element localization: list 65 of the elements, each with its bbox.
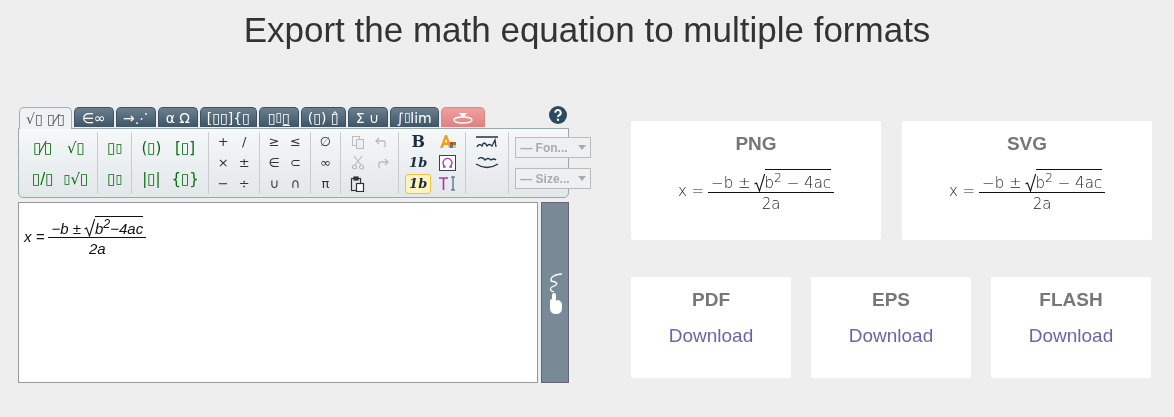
template-button[interactable]: |▯|	[139, 169, 164, 188]
format-label: SVG	[1006, 133, 1048, 155]
format-label: FLASH	[1039, 289, 1103, 311]
radicand-text: b$^{2}$−4ac	[94, 216, 144, 237]
symbol-button[interactable]: +	[214, 133, 232, 152]
tab[interactable]: →⋰	[115, 107, 156, 127]
tab[interactable]: √▯ ▯⁄▯	[19, 107, 72, 129]
eject-icon	[451, 111, 474, 124]
tab[interactable]: [▯▯]{▯	[199, 107, 257, 127]
download-link[interactable]: Download	[848, 325, 934, 347]
symbol-button[interactable]: ÷	[235, 174, 253, 193]
tab[interactable]: Σ ∪	[347, 107, 388, 127]
text-cursor-icon[interactable]	[438, 176, 457, 192]
symbol-button[interactable]: ∪	[266, 174, 282, 193]
format-label: EPS	[872, 289, 910, 311]
equation-preview: x = −b ± b$^{2}$ − 4ac 2a	[948, 169, 1106, 213]
symbol-button[interactable]: ±	[235, 154, 253, 172]
symbol-button[interactable]: ⊂	[286, 154, 304, 172]
help-icon[interactable]	[549, 106, 567, 124]
script-left-icon[interactable]	[475, 155, 500, 171]
equation: x = −b ± b$^{2}$−4ac 2a	[24, 216, 147, 257]
download-link[interactable]: Download	[1028, 325, 1114, 347]
format-label: PDF	[692, 289, 730, 311]
symbol-button[interactable]: −	[214, 174, 232, 193]
italic-button[interactable]: 1b	[406, 154, 431, 172]
equation-editor[interactable]: x = −b ± b$^{2}$−4ac 2a	[18, 202, 538, 383]
tab[interactable]: (▯) ▯̂	[300, 107, 346, 127]
template-button[interactable]: ▯⁄▯	[30, 138, 56, 157]
symbol-button[interactable]: ≥	[265, 133, 283, 152]
symbol-button[interactable]: ∞	[317, 154, 334, 172]
omega-icon[interactable]	[438, 155, 456, 171]
text-color-icon[interactable]	[438, 134, 456, 151]
template-button[interactable]: ▯/▯	[29, 169, 57, 188]
radicand-text: b$^{2}$ − 4ac	[1035, 169, 1103, 192]
italic-button[interactable]: 1b	[405, 173, 432, 194]
symbol-button[interactable]: ∩	[287, 174, 304, 193]
radical-icon	[1024, 174, 1036, 192]
numerator-text: −b ±	[711, 174, 752, 192]
symbol-button[interactable]: /	[238, 133, 250, 152]
script-right-icon[interactable]	[475, 134, 500, 150]
side-handle[interactable]	[541, 202, 569, 383]
format-label: PNG	[735, 133, 777, 155]
symbol-button[interactable]: ≤	[286, 133, 304, 152]
symbol-button[interactable]: ×	[214, 154, 232, 172]
page-title: Export the math equation to multiple formats	[242, 9, 932, 51]
numerator-text: −b ±	[982, 174, 1023, 192]
numerator-text: −b ±	[51, 220, 82, 237]
template-button[interactable]: √▯	[64, 138, 88, 157]
radicand-text: b$^{2}$ − 4ac	[764, 169, 832, 192]
tab[interactable]: ∈∞	[73, 107, 114, 127]
radical-icon	[753, 174, 765, 192]
radical-icon	[83, 219, 95, 237]
caret-icon	[578, 145, 587, 150]
caret-icon	[578, 176, 587, 181]
template-button[interactable]: (▯)	[138, 138, 165, 157]
symbol-button[interactable]: π	[318, 174, 333, 193]
tab[interactable]: α Ω	[157, 107, 198, 127]
clipboard-icon[interactable]	[350, 175, 366, 192]
bold-button[interactable]: B	[408, 133, 428, 152]
symbol-button[interactable]: ∈	[265, 154, 283, 172]
template-button[interactable]: {▯}	[168, 169, 202, 188]
symbol-button[interactable]: ∅	[316, 133, 335, 152]
download-link[interactable]: Download	[668, 325, 754, 347]
equation-preview: x = −b ± b$^{2}$ − 4ac 2a	[677, 169, 835, 213]
template-button[interactable]: [▯]	[172, 138, 199, 157]
